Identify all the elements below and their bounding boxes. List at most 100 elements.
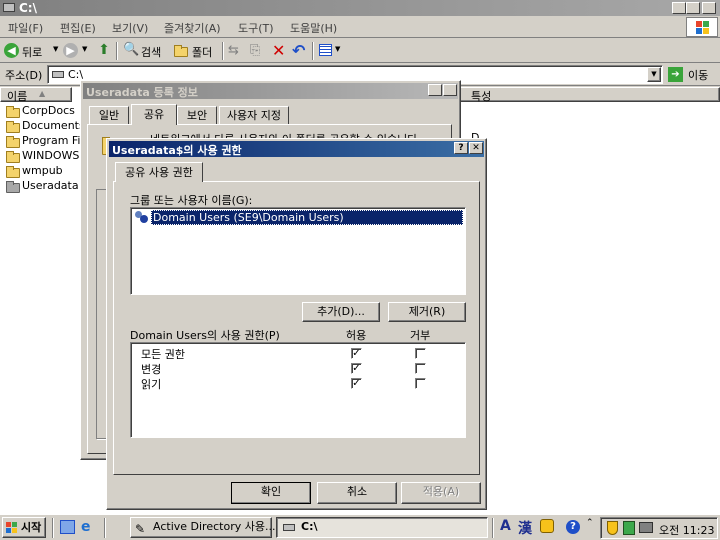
permission-name: 읽기 <box>141 378 162 391</box>
column-header-attributes[interactable]: 특성 <box>460 87 720 103</box>
column-name-label: 이름 <box>7 90 28 103</box>
explorer-titlebar[interactable]: C:\ _ ❐ ✕ <box>0 0 720 16</box>
permission-row-read: 읽기 ✓ <box>131 376 461 391</box>
address-label: 주소(D) <box>5 69 43 82</box>
remove-button[interactable]: 제거(R) <box>388 302 466 322</box>
delete-icon[interactable]: ✕ <box>272 41 288 60</box>
menu-help[interactable]: 도움말(H) <box>290 20 337 36</box>
properties-title: Useradata 등록 정보 <box>86 86 198 99</box>
shared-folder-icon <box>6 181 20 193</box>
permission-row-change: 변경 ✓ <box>131 361 461 376</box>
security-shield-icon[interactable] <box>607 521 618 535</box>
menu-edit[interactable]: 편집(E) <box>60 20 96 36</box>
permissions-title: Useradata$의 사용 권한 <box>112 144 242 157</box>
move-to-icon[interactable]: ⇆ <box>228 43 244 59</box>
restore-button[interactable]: ❐ <box>686 2 700 14</box>
search-label: 검색 <box>141 46 162 59</box>
list-item-label: Useradata <box>22 179 79 192</box>
menu-view[interactable]: 보기(V) <box>112 20 148 36</box>
list-item[interactable]: wmpub <box>4 164 84 179</box>
help-button[interactable]: ? <box>428 84 442 96</box>
list-item[interactable]: Documents <box>4 119 85 134</box>
show-desktop-icon[interactable] <box>60 520 75 534</box>
copy-to-icon[interactable]: ⎘ <box>250 43 266 59</box>
tab-general[interactable]: 일반 <box>89 106 129 124</box>
user-list-item-label: Domain Users (SE9\Domain Users) <box>151 210 463 225</box>
help-button[interactable]: ? <box>454 142 468 154</box>
column-header-name[interactable]: 이름 ▲ <box>0 87 72 103</box>
window-title: C:\ <box>19 1 37 15</box>
close-button[interactable]: ✕ <box>443 84 457 96</box>
allow-checkbox[interactable]: ✓ <box>351 348 362 359</box>
permissions-list[interactable]: 모든 권한 ✓ 변경 ✓ 읽기 ✓ <box>130 342 466 438</box>
undo-icon[interactable]: ↶ <box>292 41 308 60</box>
ime-hanja-indicator[interactable]: 漢 <box>518 518 532 538</box>
deny-checkbox[interactable] <box>415 363 426 374</box>
tab-sharing[interactable]: 공유 <box>131 104 177 125</box>
tab-security[interactable]: 보안 <box>177 106 217 124</box>
taskbar-button-explorer[interactable]: C:\ <box>276 517 488 538</box>
folder-icon <box>6 136 20 148</box>
drive-icon <box>52 71 64 78</box>
permissions-titlebar[interactable]: Useradata$의 사용 권한 ? ✕ <box>109 141 484 157</box>
taskbar-separator <box>104 518 106 538</box>
list-item-label: CorpDocs <box>22 104 75 117</box>
ime-mode-indicator[interactable]: A <box>500 518 511 534</box>
toolbar-separator <box>116 42 118 60</box>
user-list-item-selected[interactable]: Domain Users (SE9\Domain Users) <box>133 210 463 225</box>
list-item[interactable]: Program Fil <box>4 134 84 149</box>
internet-explorer-icon[interactable]: e <box>81 519 91 535</box>
tab-share-permissions[interactable]: 공유 사용 권한 <box>115 162 203 182</box>
system-tray: 오전 11:23 <box>600 517 718 539</box>
deny-column-header: 거부 <box>410 329 431 342</box>
users-listbox[interactable]: Domain Users (SE9\Domain Users) <box>130 207 466 295</box>
allow-checkbox[interactable]: ✓ <box>351 363 362 374</box>
apply-button[interactable]: 적용(A) <box>401 482 481 504</box>
permissions-for-label: Domain Users의 사용 권한(P) <box>130 329 280 342</box>
help-icon[interactable]: ? <box>566 520 580 534</box>
folder-icon <box>6 151 20 163</box>
add-button[interactable]: 추가(D)... <box>302 302 380 322</box>
go-button[interactable]: ➔ 이동 <box>668 66 718 84</box>
menu-favorites[interactable]: 즐겨찾기(A) <box>164 20 221 36</box>
ime-tool-icon[interactable] <box>540 519 554 533</box>
tab-share-permissions-label: 공유 사용 권한 <box>125 166 193 179</box>
views-button[interactable]: ▼ <box>318 42 344 60</box>
ok-button[interactable]: 확인 <box>231 482 311 504</box>
tab-customize[interactable]: 사용자 지정 <box>219 106 289 124</box>
chevron-down-icon: ▼ <box>53 45 59 53</box>
permissions-dialog: Useradata$의 사용 권한 ? ✕ 공유 사용 권한 그룹 또는 사용자… <box>106 138 487 510</box>
taskbar-button-ad[interactable]: ✎ Active Directory 사용... <box>130 517 275 538</box>
folder-icon <box>6 106 20 118</box>
deny-checkbox[interactable] <box>415 378 426 389</box>
language-options-icon[interactable]: ⌃ <box>586 518 594 528</box>
folder-icon <box>6 121 20 133</box>
allow-checkbox[interactable]: ✓ <box>351 378 362 389</box>
cancel-button[interactable]: 취소 <box>317 482 397 504</box>
monitor-icon[interactable] <box>639 522 653 533</box>
menu-tools[interactable]: 도구(T) <box>238 20 274 36</box>
forward-button[interactable]: ▶ ▼ <box>62 42 90 60</box>
minimize-button[interactable]: _ <box>672 2 686 14</box>
network-icon[interactable] <box>623 521 635 535</box>
sort-ascending-icon: ▲ <box>39 89 46 98</box>
search-button[interactable]: 🔍 검색 <box>122 42 166 60</box>
address-dropdown-button[interactable]: ▼ <box>647 67 661 82</box>
start-button[interactable]: 시작 <box>2 517 46 538</box>
tab-customize-label: 사용자 지정 <box>226 109 282 122</box>
properties-titlebar[interactable]: Useradata 등록 정보 ? ✕ <box>83 83 458 99</box>
list-item[interactable]: WINDOWS <box>4 149 84 164</box>
permission-name: 모든 권한 <box>141 348 185 361</box>
folders-button[interactable]: 폴더 <box>172 42 216 60</box>
back-arrow-icon: ◀ <box>4 43 19 58</box>
up-folder-icon[interactable]: ⬆ <box>96 42 112 58</box>
deny-checkbox[interactable] <box>415 348 426 359</box>
close-button[interactable]: ✕ <box>469 142 483 154</box>
taskbar-separator <box>492 518 494 538</box>
menu-file[interactable]: 파일(F) <box>8 20 43 36</box>
list-item[interactable]: CorpDocs <box>4 104 84 119</box>
list-item-selected[interactable]: Useradata <box>4 179 84 194</box>
back-button[interactable]: ◀ 뒤로 ▼ <box>3 42 59 60</box>
close-button[interactable]: ✕ <box>702 2 716 14</box>
clock[interactable]: 오전 11:23 <box>659 522 714 538</box>
